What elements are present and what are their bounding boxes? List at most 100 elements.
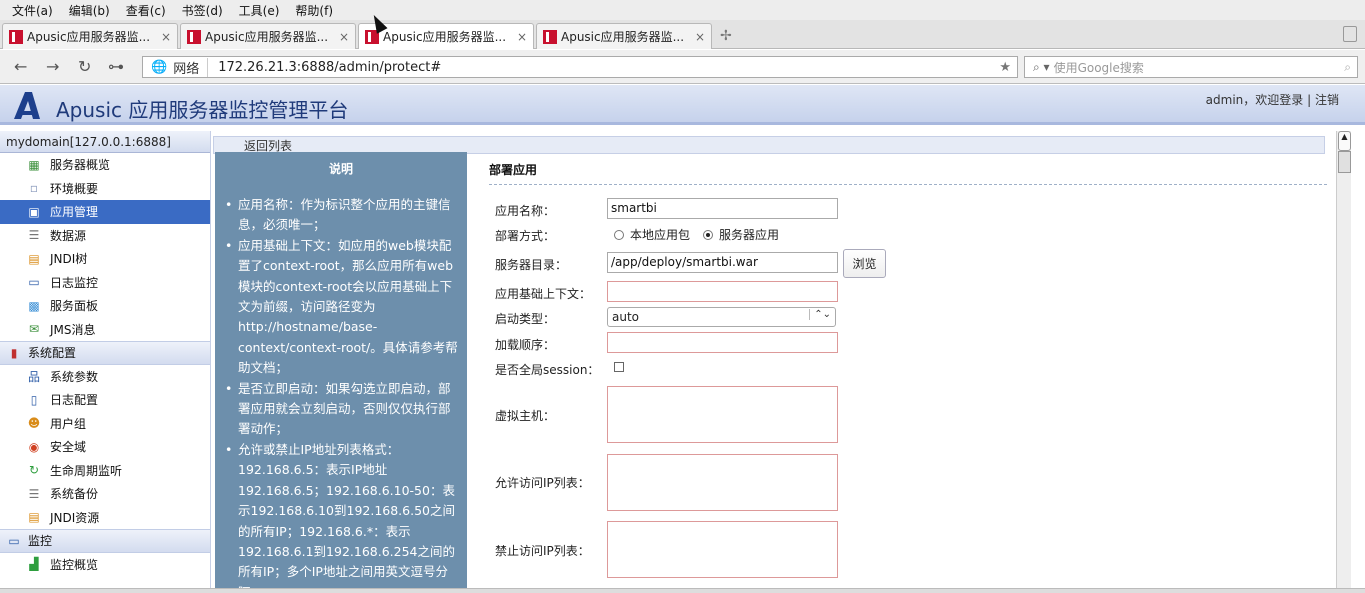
base-context-input[interactable] xyxy=(607,281,838,302)
deploy-form: 部署应用 应用名称： smartbi 部署方式： 本地应用包 服务器应用 服务器… xyxy=(489,152,1327,593)
menu-tools[interactable]: 工具(e) xyxy=(231,2,288,19)
key-icon[interactable]: ⊶ xyxy=(108,57,124,76)
sidebar-item-label: JNDI树 xyxy=(50,252,88,267)
menu-file[interactable]: 文件(a) xyxy=(4,2,61,19)
security-label: 网络 xyxy=(173,57,209,77)
sidebar-item[interactable]: ▤ JNDI资源 xyxy=(0,506,210,530)
vertical-scrollbar[interactable]: ▲ xyxy=(1336,131,1351,593)
close-icon[interactable]: × xyxy=(517,30,527,44)
horizontal-scrollbar[interactable] xyxy=(0,588,1365,593)
browser-tab-4[interactable]: Apusic应用服务器监... × xyxy=(536,23,712,49)
sidebar-item[interactable]: ▟ 监控概览 xyxy=(0,553,210,577)
sidebar-item[interactable]: ▩ 服务面板 xyxy=(0,294,210,318)
help-title: 说明 xyxy=(328,162,353,176)
search-icon[interactable]: ⌕ xyxy=(1344,60,1351,75)
tab-title: Apusic应用服务器监... xyxy=(561,30,685,44)
sidebar-item[interactable]: ↻ 生命周期监听 xyxy=(0,459,210,483)
close-icon[interactable]: × xyxy=(695,30,705,44)
scroll-thumb[interactable] xyxy=(1338,151,1351,173)
sidebar-group-label: 系统配置 xyxy=(28,346,77,361)
sidebar-item-label: 监控概览 xyxy=(50,557,99,572)
sidebar-item-label: 环境概要 xyxy=(50,181,99,196)
radio-label: 本地应用包 xyxy=(630,228,691,242)
browse-button[interactable]: 浏览 xyxy=(843,249,886,278)
sidebar-item[interactable]: ☰ 系统备份 xyxy=(0,482,210,506)
app-name-input[interactable]: smartbi xyxy=(607,198,838,219)
allow-ip-label: 允许访问IP列表： xyxy=(495,476,590,490)
menu-bookmarks[interactable]: 书签(d) xyxy=(174,2,231,19)
help-item: 允许或禁止IP地址列表格式：192.168.6.5：表示IP地址192.168.… xyxy=(225,440,459,593)
global-session-label: 是否全局session： xyxy=(495,363,600,377)
radio-label: 服务器应用 xyxy=(719,228,780,242)
load-order-label: 加载顺序： xyxy=(495,338,556,352)
sidebar-item-label: 安全域 xyxy=(50,440,87,455)
radio-icon xyxy=(614,229,624,240)
forward-arrow-icon[interactable]: → xyxy=(46,57,59,76)
scroll-up-icon[interactable]: ▲ xyxy=(1338,131,1351,151)
deny-ip-textarea[interactable] xyxy=(607,521,838,578)
main-content: 返回列表 说明 应用名称：作为标识整个应用的主键信息，必须唯一； 应用基础上下文… xyxy=(211,131,1336,593)
load-order-input[interactable] xyxy=(607,332,838,353)
sidebar-item-label: 数据源 xyxy=(50,228,87,243)
back-arrow-icon[interactable]: ← xyxy=(14,57,27,76)
global-session-checkbox[interactable] xyxy=(614,362,624,372)
apusic-favicon-icon xyxy=(187,29,201,44)
sidebar-group-sysconfig[interactable]: ▮ 系统配置 xyxy=(0,341,210,365)
sidebar-item[interactable]: ▯ 日志配置 xyxy=(0,388,210,412)
address-bar[interactable]: 🌐 网络 172.26.21.3:6888/admin/protect# ★ xyxy=(142,56,1018,78)
sidebar-item[interactable]: ✉ JMS消息 xyxy=(0,318,210,342)
browser-tab-2[interactable]: Apusic应用服务器监... × xyxy=(180,23,356,49)
tab-title: Apusic应用服务器监... xyxy=(27,30,151,44)
search-input[interactable]: ⌕ ▾ 使用Google搜索 ⌕ xyxy=(1024,56,1358,78)
browser-tab-1[interactable]: Apusic应用服务器监... × xyxy=(2,23,178,49)
sidebar-item-label: 用户组 xyxy=(50,416,87,431)
sidebar-item[interactable]: ▭ 日志监控 xyxy=(0,271,210,295)
sidebar-item[interactable]: 品系统参数 xyxy=(0,365,210,389)
close-icon[interactable]: × xyxy=(339,30,349,44)
sidebar-item[interactable]: ☻ 用户组 xyxy=(0,412,210,436)
virtual-host-textarea[interactable] xyxy=(607,386,838,443)
menu-view[interactable]: 查看(c) xyxy=(118,2,174,19)
sidebar-item-label: 生命周期监听 xyxy=(50,463,123,478)
server-icon: ▦ xyxy=(28,157,40,172)
search-engine-icon[interactable]: ⌕ ▾ xyxy=(1033,60,1050,75)
logout-link[interactable]: 注销 xyxy=(1315,93,1339,107)
deploy-mode-label: 部署方式： xyxy=(495,229,556,243)
book-icon: ▮ xyxy=(10,345,18,360)
grid-icon: ▫ xyxy=(29,181,39,196)
menu-edit[interactable]: 编辑(b) xyxy=(61,2,118,19)
sidebar-item-label: 应用管理 xyxy=(50,205,99,220)
radio-selected-icon xyxy=(703,229,713,240)
lifebuoy-icon: ◉ xyxy=(28,439,40,454)
apusic-favicon-icon xyxy=(543,29,557,44)
sidebar-group-monitor[interactable]: ▭ 监控 xyxy=(0,529,210,553)
base-context-label: 应用基础上下文： xyxy=(495,287,592,301)
sidebar-item[interactable]: ▤ JNDI树 xyxy=(0,247,210,271)
network-icon: 品 xyxy=(27,369,40,384)
start-type-select[interactable]: auto ⌃⌄ xyxy=(607,307,836,327)
radio-local-package[interactable]: 本地应用包 xyxy=(614,226,690,243)
sidebar-item[interactable]: ▫ 环境概要 xyxy=(0,177,210,201)
close-icon[interactable]: × xyxy=(161,30,171,44)
app-header: Apusic 应用服务器监控管理平台 admin，欢迎登录 | 注销 xyxy=(0,85,1365,125)
sidebar-item[interactable]: ☰ 数据源 xyxy=(0,224,210,248)
users-icon: ☻ xyxy=(27,416,41,431)
sidebar-item-label: 日志配置 xyxy=(50,393,99,408)
new-tab-icon[interactable]: ✢ xyxy=(720,28,732,44)
reload-icon[interactable]: ↻ xyxy=(78,57,91,76)
domain-header[interactable]: mydomain[127.0.0.1:6888] xyxy=(0,131,210,153)
sidebar-item[interactable]: ▦ 服务器概览 xyxy=(0,153,210,177)
app-icon: ▣ xyxy=(28,204,40,219)
bookmark-star-icon[interactable]: ★ xyxy=(999,60,1017,75)
menu-help[interactable]: 帮助(f) xyxy=(287,2,341,19)
trash-icon[interactable] xyxy=(1343,26,1357,42)
server-dir-input[interactable]: /app/deploy/smartbi.war xyxy=(607,252,838,273)
url-text[interactable]: 172.26.21.3:6888/admin/protect# xyxy=(208,60,999,75)
allow-ip-textarea[interactable] xyxy=(607,454,838,511)
sidebar-item[interactable]: ◉ 安全域 xyxy=(0,435,210,459)
globe-icon: 🌐 xyxy=(151,59,168,75)
radio-server-app[interactable]: 服务器应用 xyxy=(703,226,779,243)
sidebar-item-label: JMS消息 xyxy=(50,322,96,337)
sidebar-item[interactable]: ▣ 应用管理 xyxy=(0,200,210,224)
sidebar-item-label: 日志监控 xyxy=(50,275,99,290)
